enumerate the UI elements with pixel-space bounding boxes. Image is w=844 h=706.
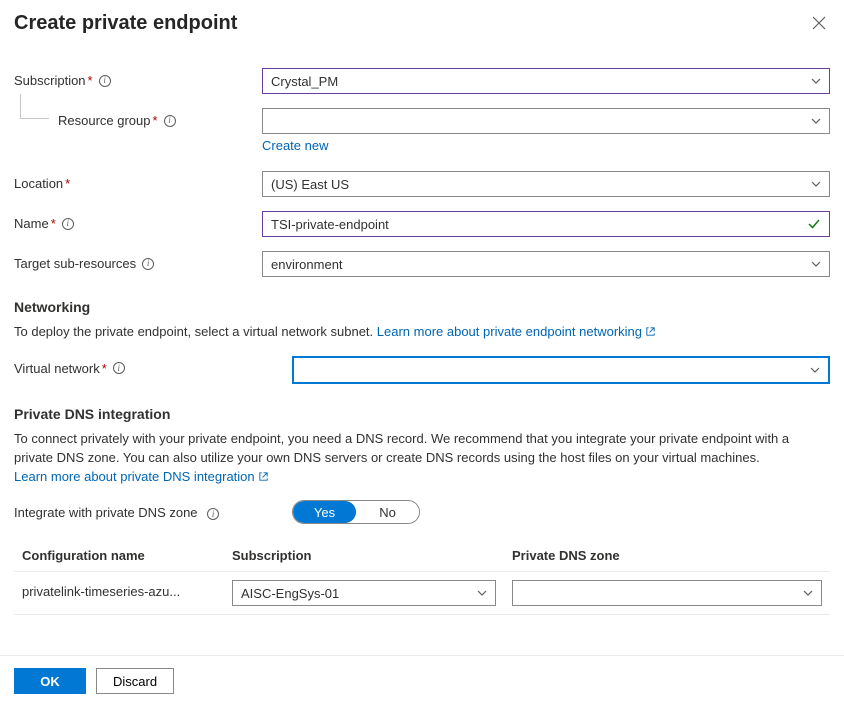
name-input[interactable]: TSI-private-endpoint xyxy=(262,211,830,237)
toggle-no[interactable]: No xyxy=(356,501,419,523)
info-icon[interactable]: i xyxy=(207,508,219,520)
external-link-icon xyxy=(258,469,269,480)
required-asterisk: * xyxy=(102,361,107,376)
close-icon[interactable] xyxy=(808,12,830,38)
resource-group-label: Resource group xyxy=(58,113,151,128)
name-label: Name xyxy=(14,216,49,231)
col-config-name: Configuration name xyxy=(14,542,224,572)
info-icon[interactable]: i xyxy=(62,218,74,230)
chevron-down-icon xyxy=(811,259,821,269)
resource-group-dropdown[interactable] xyxy=(262,108,830,134)
col-subscription: Subscription xyxy=(224,542,504,572)
subscription-label: Subscription xyxy=(14,73,86,88)
chevron-down-icon xyxy=(811,76,821,86)
col-private-dns-zone: Private DNS zone xyxy=(504,542,830,572)
dns-heading: Private DNS integration xyxy=(14,406,830,422)
config-name-cell: privatelink-timeseries-azu... xyxy=(22,584,180,599)
info-icon[interactable]: i xyxy=(142,258,154,270)
chevron-down-icon xyxy=(810,365,820,375)
discard-button[interactable]: Discard xyxy=(96,668,174,694)
chevron-down-icon xyxy=(811,116,821,126)
virtual-network-label: Virtual network xyxy=(14,361,100,376)
info-icon[interactable]: i xyxy=(99,75,111,87)
checkmark-icon xyxy=(807,217,821,231)
subscription-dropdown[interactable]: Crystal_PM xyxy=(262,68,830,94)
required-asterisk: * xyxy=(51,216,56,231)
toggle-yes[interactable]: Yes xyxy=(293,501,356,523)
chevron-down-icon xyxy=(477,588,487,598)
panel-title: Create private endpoint xyxy=(14,12,237,35)
ok-button[interactable]: OK xyxy=(14,668,86,694)
row-dns-zone-dropdown[interactable] xyxy=(512,580,822,606)
virtual-network-dropdown[interactable] xyxy=(292,356,830,384)
dns-description: To connect privately with your private e… xyxy=(14,430,830,487)
networking-description: To deploy the private endpoint, select a… xyxy=(14,323,830,342)
external-link-icon xyxy=(645,324,656,335)
learn-more-networking-link[interactable]: Learn more about private endpoint networ… xyxy=(377,324,656,339)
target-sub-resources-dropdown[interactable]: environment xyxy=(262,251,830,277)
chevron-down-icon xyxy=(811,179,821,189)
location-label: Location xyxy=(14,176,63,191)
row-subscription-dropdown[interactable]: AISC-EngSys-01 xyxy=(232,580,496,606)
target-sub-resources-label: Target sub-resources xyxy=(14,256,136,271)
dns-config-table: Configuration name Subscription Private … xyxy=(14,542,830,615)
create-new-link[interactable]: Create new xyxy=(262,138,328,153)
info-icon[interactable]: i xyxy=(164,115,176,127)
info-icon[interactable]: i xyxy=(113,362,125,374)
location-dropdown[interactable]: (US) East US xyxy=(262,171,830,197)
networking-heading: Networking xyxy=(14,299,830,315)
chevron-down-icon xyxy=(803,588,813,598)
required-asterisk: * xyxy=(88,73,93,88)
required-asterisk: * xyxy=(153,113,158,128)
required-asterisk: * xyxy=(65,176,70,191)
learn-more-dns-link[interactable]: Learn more about private DNS integration xyxy=(14,469,269,484)
integrate-dns-label: Integrate with private DNS zone xyxy=(14,505,198,520)
integrate-dns-toggle[interactable]: Yes No xyxy=(292,500,420,524)
table-row: privatelink-timeseries-azu... AISC-EngSy… xyxy=(14,572,830,615)
